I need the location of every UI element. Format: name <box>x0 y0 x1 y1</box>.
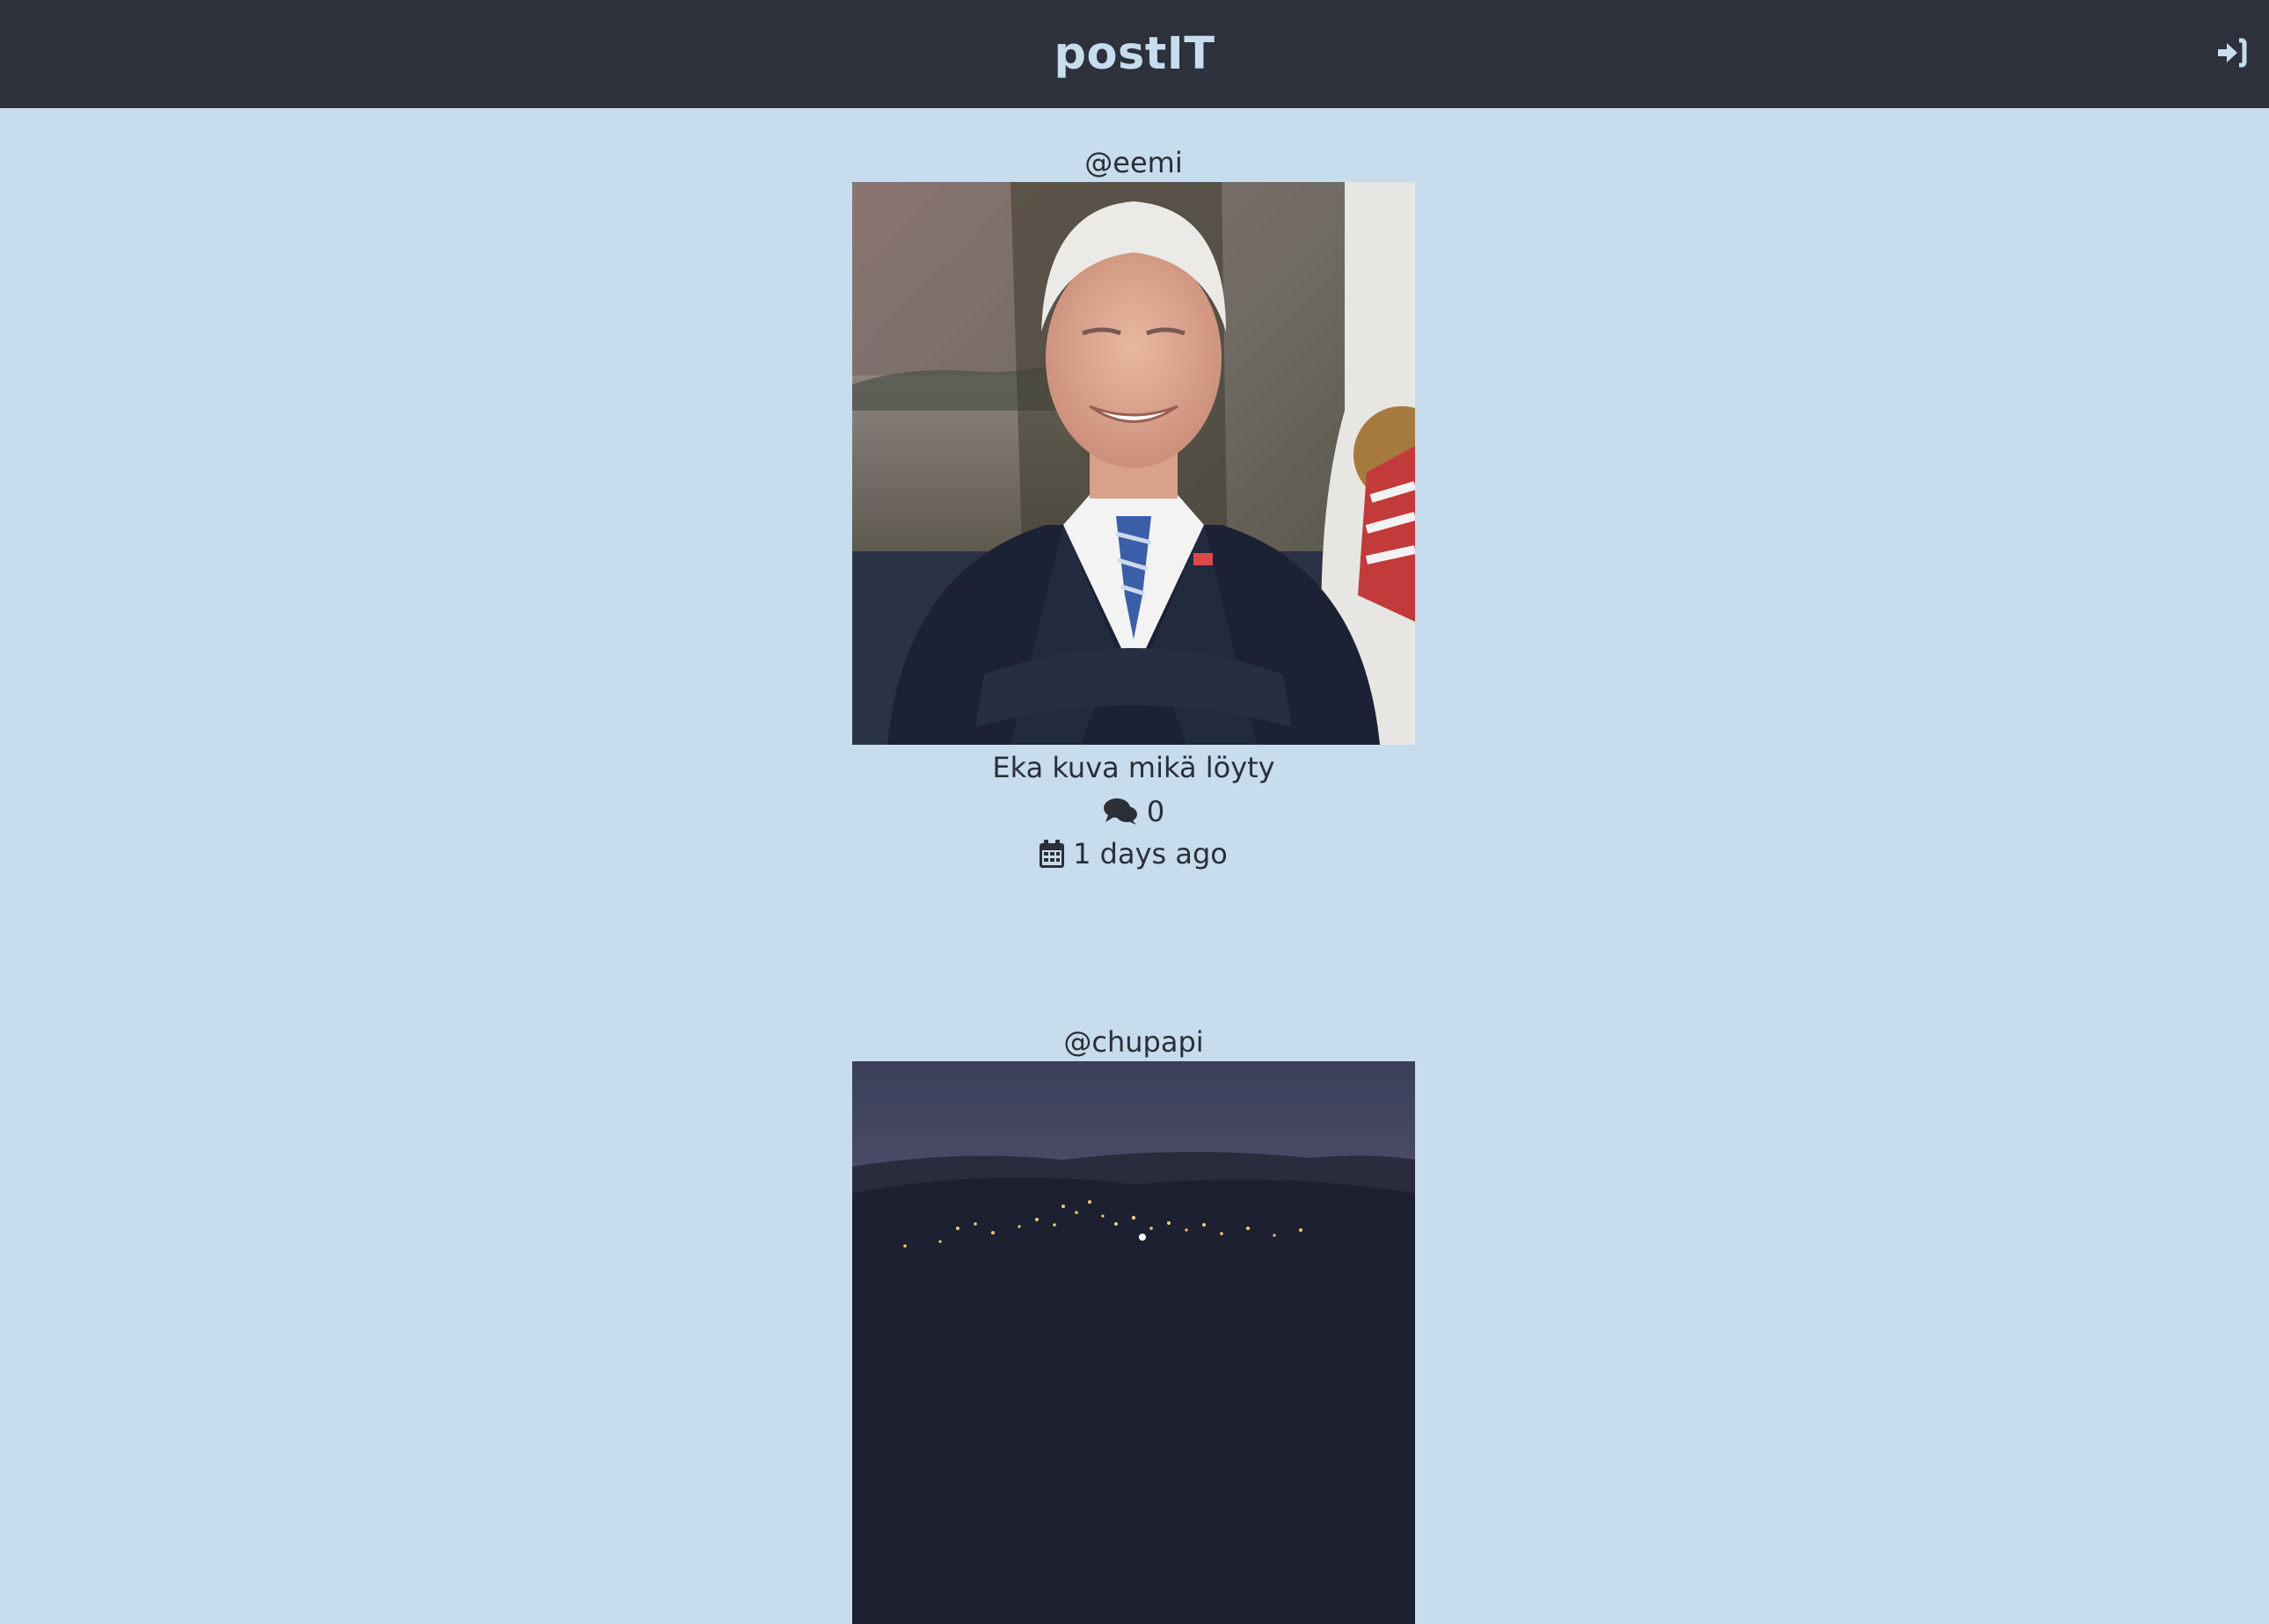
post-username[interactable]: @chupapi <box>852 1023 1415 1061</box>
post-card: @chupapi <box>852 1023 1415 1624</box>
top-navbar: postIT <box>0 0 2269 108</box>
date-row: 1 days ago <box>852 833 1415 875</box>
comments-row[interactable]: 0 <box>852 790 1415 833</box>
post-image[interactable] <box>852 1061 1415 1624</box>
comments-icon <box>1103 798 1137 825</box>
sign-in-icon[interactable] <box>2216 37 2248 69</box>
post-feed: @eemi Eka kuva mikä löyty 0 1 days ago @… <box>0 108 2269 1624</box>
brand-title[interactable]: postIT <box>0 0 2269 108</box>
post-date: 1 days ago <box>1073 837 1228 870</box>
post-username[interactable]: @eemi <box>852 143 1415 182</box>
post-card: @eemi Eka kuva mikä löyty 0 1 days ago <box>852 143 1415 875</box>
calendar-icon <box>1040 840 1065 868</box>
post-caption: Eka kuva mikä löyty <box>992 751 1275 784</box>
comments-count: 0 <box>1146 795 1165 828</box>
post-image[interactable] <box>852 182 1415 745</box>
